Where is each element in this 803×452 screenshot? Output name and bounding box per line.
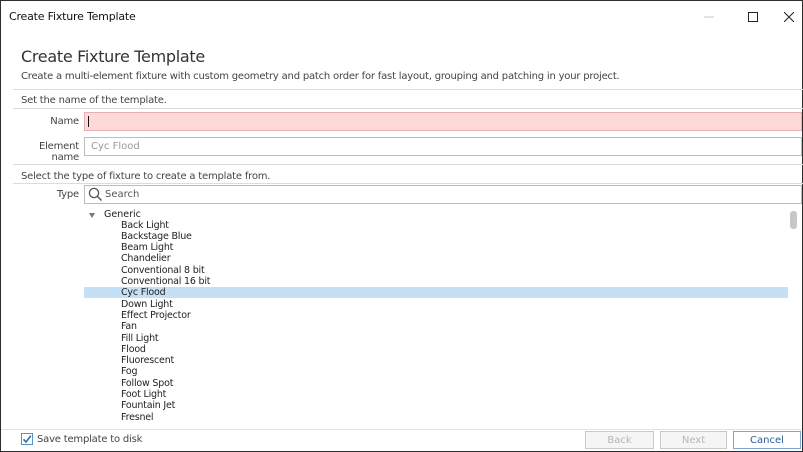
footer-divider [1, 429, 802, 430]
tree-item[interactable]: Backstage Blue [84, 231, 788, 242]
create-fixture-template-window: Create Fixture Template Create Fixture T… [0, 0, 803, 452]
close-icon [784, 12, 794, 22]
tree-item[interactable]: Down Light [84, 299, 788, 310]
tree-item[interactable]: Chandelier [84, 253, 788, 264]
tree-item[interactable]: Back Light [84, 220, 788, 231]
tree-item[interactable]: Conventional 16 bit [84, 276, 788, 287]
tree-item[interactable]: Fountain Jet [84, 400, 788, 411]
search-input[interactable] [105, 186, 795, 203]
title-bar[interactable]: Create Fixture Template [1, 1, 802, 33]
element-name-label: Element name [38, 141, 79, 163]
window-title: Create Fixture Template [9, 10, 136, 23]
type-label: Type [56, 189, 79, 200]
divider [13, 183, 803, 184]
name-label: Name [50, 116, 79, 127]
tree-item[interactable]: Beam Light [84, 242, 788, 253]
text-caret [88, 116, 89, 127]
fixture-type-tree[interactable]: Generic Back Light Backstage Blue Beam Lig… [84, 208, 802, 423]
dialog-heading: Create Fixture Template [21, 47, 205, 66]
divider [13, 164, 803, 165]
tree-item[interactable]: Fog [84, 366, 788, 377]
tree-item[interactable]: Flood [84, 344, 788, 355]
tree-group-label: Generic [104, 209, 141, 220]
tree-item[interactable]: Foot Light [84, 389, 788, 400]
tree-item[interactable]: Fill Light [84, 333, 788, 344]
close-button[interactable] [767, 1, 803, 33]
cancel-button[interactable]: Cancel [733, 431, 801, 449]
checkmark-icon [22, 435, 32, 444]
expand-triangle-icon[interactable] [89, 213, 95, 218]
scrollbar-thumb[interactable] [790, 211, 797, 229]
tree-item[interactable]: Fluorescent [84, 355, 788, 366]
type-search-box[interactable] [84, 185, 802, 204]
divider [13, 108, 803, 109]
back-button[interactable]: Back [585, 431, 654, 449]
dialog-subtitle: Create a multi-element fixture with cust… [21, 71, 620, 82]
search-icon [88, 187, 103, 202]
next-button[interactable]: Next [660, 431, 727, 449]
name-field[interactable] [84, 112, 802, 131]
save-to-disk-checkbox[interactable] [21, 433, 33, 445]
element-name-field[interactable] [84, 137, 802, 156]
tree-item[interactable]: Fan [84, 321, 788, 332]
list-scrollbar[interactable] [790, 208, 802, 423]
minimize-icon [704, 16, 714, 18]
type-section-label: Select the type of fixture to create a t… [21, 171, 271, 182]
tree-item[interactable]: Conventional 8 bit [84, 265, 788, 276]
tree-item[interactable]: Fresnel [84, 412, 788, 423]
tree-item[interactable]: Effect Projector [84, 310, 788, 321]
tree-item[interactable]: Follow Spot [84, 378, 788, 389]
maximize-icon [748, 12, 758, 22]
save-to-disk-label[interactable]: Save template to disk [37, 434, 142, 445]
tree-item[interactable]: Cyc Flood [84, 287, 788, 299]
minimize-button[interactable] [687, 1, 731, 33]
divider [13, 89, 803, 90]
name-section-label: Set the name of the template. [21, 95, 167, 106]
